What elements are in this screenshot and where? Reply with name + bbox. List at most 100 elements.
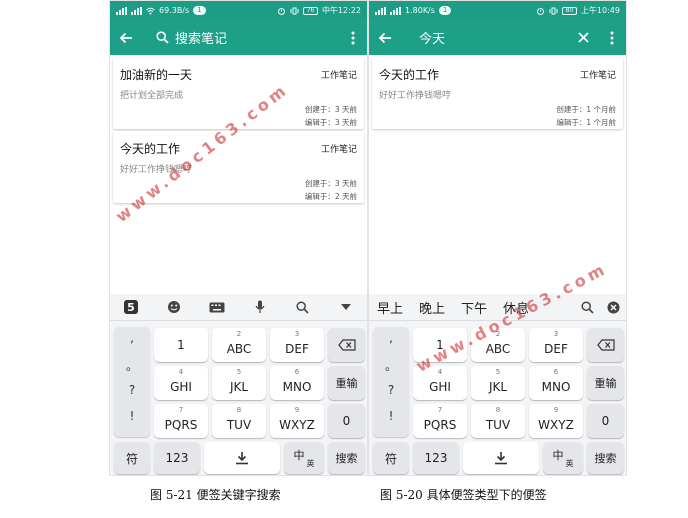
note-card[interactable]: 今天的工作 工作笔记 好好工作挣钱嗯哼 创建于：1 个月前 编辑于：1 个月前 — [372, 57, 623, 129]
key-4[interactable]: 4 GHI — [154, 366, 208, 400]
key-0[interactable]: 0 — [587, 404, 624, 438]
space-key[interactable] — [204, 442, 280, 474]
wifi-icon — [146, 7, 155, 14]
key-label: JKL — [488, 379, 508, 394]
key-label: 0 — [342, 414, 351, 428]
search-input[interactable]: 搜索笔记 — [172, 28, 339, 47]
punct-key[interactable]: , — [373, 331, 409, 345]
note-title: 今天的工作 — [120, 142, 181, 156]
key-label: 符 — [125, 451, 138, 466]
punct-key[interactable]: 。 — [114, 357, 150, 374]
key-6[interactable]: 6 MNO — [270, 366, 324, 400]
key-7[interactable]: 7 PQRS — [154, 404, 208, 438]
network-speed: 69.3B/s — [159, 6, 190, 15]
signal-icon — [375, 6, 386, 15]
key-number: 8 — [495, 406, 501, 414]
search-key[interactable]: 搜索 — [587, 442, 624, 474]
key-5[interactable]: 5 JKL — [212, 366, 266, 400]
language-switch-key[interactable]: 中 英 — [284, 442, 324, 474]
key-number: 5 — [495, 368, 501, 376]
back-button[interactable] — [369, 20, 401, 55]
punct-key[interactable]: ? — [373, 383, 409, 397]
punctuation-column[interactable]: , 。 ? ! — [373, 327, 409, 437]
notification-badge: 1 — [438, 6, 452, 15]
key-2[interactable]: 2 ABC — [212, 328, 266, 362]
search-button[interactable] — [152, 20, 172, 55]
key-3[interactable]: 3 DEF — [529, 328, 583, 362]
key-number: 9 — [294, 406, 300, 414]
key-7[interactable]: 7 PQRS — [413, 404, 467, 438]
backspace-key[interactable] — [328, 328, 365, 362]
note-created: 创建于：1 个月前 — [556, 105, 616, 114]
punct-key[interactable]: , — [114, 331, 150, 345]
key-number: 8 — [236, 406, 242, 414]
battery-level: 80 — [561, 6, 577, 15]
key-9[interactable]: 9 WXYZ — [270, 404, 324, 438]
language-switch-key[interactable]: 中 英 — [543, 442, 583, 474]
key-label: WXYZ — [538, 417, 574, 432]
search-toolbar: 今天 — [369, 20, 626, 55]
candidate-word[interactable]: 早上 — [369, 294, 411, 321]
overflow-menu-button[interactable] — [598, 20, 626, 55]
candidate-word[interactable]: 下午 — [453, 294, 495, 321]
arrow-back-icon — [119, 32, 132, 43]
key-8[interactable]: 8 TUV — [471, 404, 525, 438]
key-number: 7 — [437, 406, 443, 414]
right-phone-screen: 1.80K/s 1 80 上午10:49 今天 今天的工作 工作笔记 好好工作挣… — [368, 0, 627, 476]
note-body: 把计划全部完成 — [120, 91, 184, 101]
key-number: 2 — [236, 330, 242, 338]
key-number: 5 — [236, 368, 242, 376]
key-8[interactable]: 8 TUV — [212, 404, 266, 438]
close-candidates-button[interactable] — [600, 294, 626, 321]
figure-caption: 图 5-20 具体便签类型下的便签 — [380, 488, 547, 502]
punct-key[interactable]: ! — [373, 409, 409, 423]
alarm-icon — [536, 7, 544, 15]
key-label: TUV — [226, 417, 252, 432]
emoji-button[interactable] — [153, 294, 196, 321]
key-1[interactable]: 1 — [154, 328, 208, 362]
ime-logo-button[interactable]: 5 — [110, 294, 153, 321]
network-speed: 1.80K/s — [405, 6, 435, 15]
clear-search-button[interactable] — [568, 20, 598, 55]
backspace-key[interactable] — [587, 328, 624, 362]
note-title: 加油新的一天 — [120, 68, 193, 82]
collapse-keyboard-button[interactable] — [324, 294, 367, 321]
voice-input-button[interactable] — [238, 294, 281, 321]
overflow-menu-button[interactable] — [339, 20, 367, 55]
back-button[interactable] — [110, 20, 142, 55]
close-icon — [577, 32, 589, 43]
digits-key[interactable]: 123 — [154, 442, 200, 474]
candidate-word[interactable]: 晚上 — [411, 294, 453, 321]
digits-key[interactable]: 123 — [413, 442, 459, 474]
key-label: JKL — [229, 379, 249, 394]
key-5[interactable]: 5 JKL — [471, 366, 525, 400]
reenter-key[interactable]: 重输 — [328, 366, 365, 400]
key-label: 中 — [293, 449, 305, 462]
key-0[interactable]: 0 — [328, 404, 365, 438]
punct-key[interactable]: ! — [114, 409, 150, 423]
reenter-key[interactable]: 重输 — [587, 366, 624, 400]
search-input[interactable]: 今天 — [401, 28, 568, 47]
search-key[interactable]: 搜索 — [328, 442, 365, 474]
svg-text:5: 5 — [128, 301, 136, 314]
punct-key[interactable]: ? — [114, 383, 150, 397]
status-bar: 1.80K/s 1 80 上午10:49 — [369, 1, 626, 20]
key-6[interactable]: 6 MNO — [529, 366, 583, 400]
ime-logo-icon: 5 — [124, 300, 139, 314]
chevron-down-icon — [340, 304, 351, 310]
punct-key[interactable]: 。 — [373, 357, 409, 374]
symbol-key[interactable]: 符 — [373, 442, 409, 474]
key-3[interactable]: 3 DEF — [270, 328, 324, 362]
keyboard-search-button[interactable] — [574, 294, 600, 321]
more-vertical-icon — [610, 31, 614, 44]
note-category: 工作笔记 — [320, 145, 357, 155]
punctuation-column[interactable]: , 。 ? ! — [114, 327, 150, 437]
space-key[interactable] — [463, 442, 539, 474]
keyboard-search-button[interactable] — [281, 294, 324, 321]
symbol-key[interactable]: 符 — [114, 442, 150, 474]
key-label: PQRS — [164, 417, 198, 432]
key-9[interactable]: 9 WXYZ — [529, 404, 583, 438]
arrow-back-icon — [378, 32, 391, 43]
keyboard-switch-button[interactable] — [196, 294, 239, 321]
key-label: ABC — [226, 341, 252, 356]
